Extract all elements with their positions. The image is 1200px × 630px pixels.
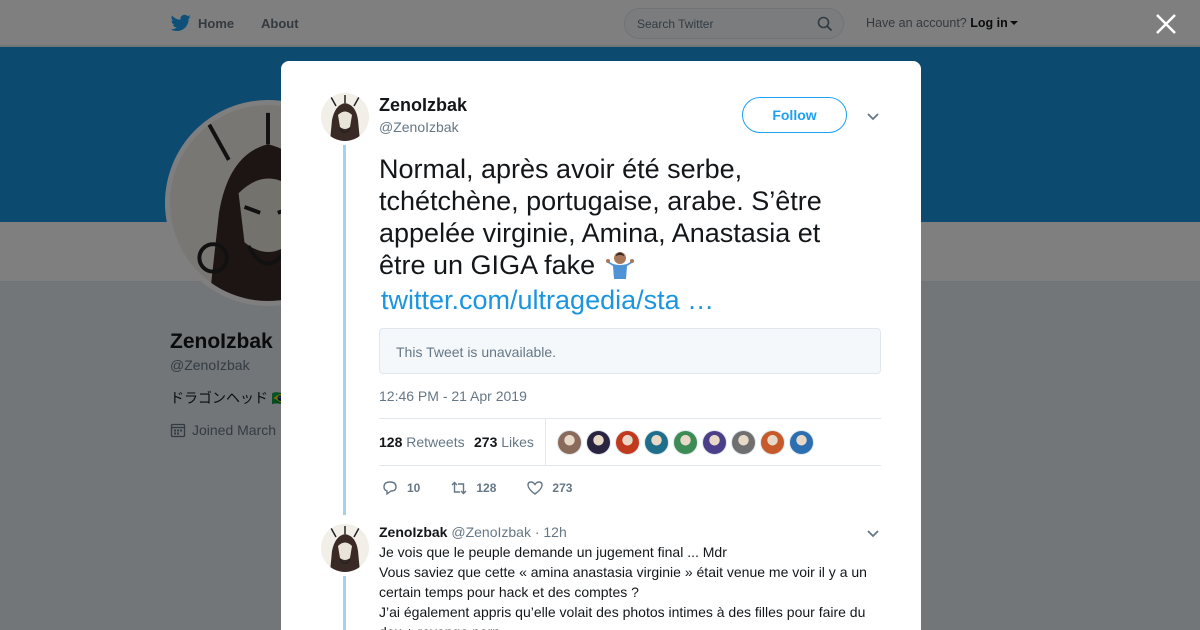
liker-avatars: [557, 430, 818, 455]
liker-avatar[interactable]: [644, 430, 669, 455]
likes-label: Likes: [501, 434, 534, 450]
reply-author-avatar[interactable]: [321, 524, 369, 572]
reply-text-line: dox + revenge porn: [379, 622, 879, 630]
chevron-down-icon[interactable]: [865, 525, 881, 541]
liker-avatar[interactable]: [673, 430, 698, 455]
follow-button[interactable]: Follow: [742, 97, 847, 133]
tweet-author-handle[interactable]: @ZenoIzbak: [379, 119, 459, 135]
reply-author-handle[interactable]: @ZenoIzbak: [451, 524, 531, 540]
reply-text-line: J’ai également appris qu’elle volait des…: [379, 604, 866, 620]
retweet-count: 128: [476, 481, 497, 495]
likes-stat[interactable]: 273 Likes: [474, 434, 534, 450]
tweet-modal: ZenoIzbak @ZenoIzbak Follow Normal, aprè…: [281, 61, 921, 630]
reply-text-line: Je vois que le peuple demande un jugemen…: [379, 544, 727, 560]
liker-avatar[interactable]: [731, 430, 756, 455]
liker-avatar[interactable]: [760, 430, 785, 455]
stats-divider: [545, 419, 546, 465]
liker-avatar[interactable]: [586, 430, 611, 455]
person-shrugging-emoji-icon: [605, 252, 634, 279]
likes-count: 273: [474, 434, 498, 450]
liker-avatar[interactable]: [789, 430, 814, 455]
reply-author-name[interactable]: ZenoIzbak: [379, 524, 447, 540]
tweet-link[interactable]: twitter.com/ultragedia/sta …: [381, 285, 714, 316]
reply-header: ZenoIzbak @ZenoIzbak · 12h: [379, 524, 567, 540]
thread-connector-lower: [343, 576, 346, 630]
tweet-timestamp[interactable]: 12:46 PM - 21 Apr 2019: [379, 388, 527, 404]
close-icon[interactable]: [1154, 12, 1178, 36]
retweet-button[interactable]: 128: [450, 479, 496, 497]
like-button[interactable]: 273: [526, 479, 572, 497]
retweets-count: 128: [379, 434, 403, 450]
tweet-text: Normal, après avoir été serbe, tchétchèn…: [379, 153, 859, 281]
reply-time[interactable]: · 12h: [535, 524, 567, 540]
like-count: 273: [552, 481, 573, 495]
reply-count: 10: [407, 481, 421, 495]
reply-text-line: Vous saviez que cette « amina anastasia …: [379, 564, 867, 580]
liker-avatar[interactable]: [557, 430, 582, 455]
tweet-author-name[interactable]: ZenoIzbak: [379, 95, 467, 116]
chevron-down-icon[interactable]: [865, 108, 881, 124]
retweets-stat[interactable]: 128 Retweets: [379, 434, 465, 450]
reply-text-line: certain temps pour hack et des comptes ?: [379, 584, 639, 600]
tweet-stats: 128 Retweets 273 Likes: [379, 418, 881, 466]
reply-icon: [383, 481, 397, 496]
heart-icon: [527, 481, 544, 495]
tweet-text-body: Normal, après avoir été serbe, tchétchèn…: [379, 154, 822, 280]
liker-avatar[interactable]: [615, 430, 640, 455]
avatar-image: [321, 524, 369, 572]
retweets-label: Retweets: [406, 434, 465, 450]
reply-button[interactable]: 10: [381, 479, 420, 497]
thread-connector: [343, 145, 346, 515]
tweet-author-avatar[interactable]: [321, 93, 369, 141]
quoted-tweet-unavailable: This Tweet is unavailable.: [379, 328, 881, 374]
avatar-image: [321, 93, 369, 141]
retweet-icon: [451, 481, 467, 495]
liker-avatar[interactable]: [702, 430, 727, 455]
tweet-actions: 10 128 273: [381, 479, 602, 497]
